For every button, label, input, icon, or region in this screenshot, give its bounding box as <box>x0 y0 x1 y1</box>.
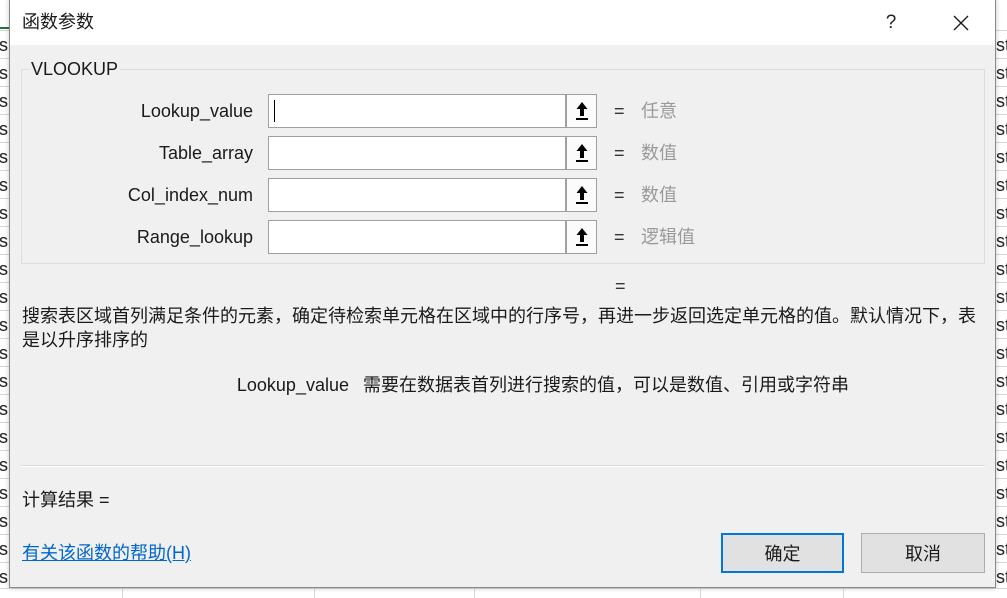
sheet-cell: st <box>995 170 1007 198</box>
cancel-button[interactable]: 取消 <box>861 533 985 573</box>
sheet-cell: st <box>995 114 1007 142</box>
calculation-result-label: 计算结果 = <box>22 490 110 510</box>
sheet-cell: st <box>995 198 1007 226</box>
lookup-value-input[interactable] <box>268 94 566 128</box>
sheet-cell: st <box>995 226 1007 254</box>
gridline <box>314 589 315 598</box>
argument-result-hint: 逻辑值 <box>641 227 695 247</box>
collapse-dialog-icon <box>575 102 588 120</box>
function-help-link[interactable]: 有关该函数的帮助(H) <box>22 541 191 565</box>
sheet-right-column: stststststststststststststststststststst <box>995 0 1007 598</box>
sheet-cell: st <box>995 142 1007 170</box>
sheet-cell: st <box>995 366 1007 394</box>
lookup-value-collapse-button[interactable] <box>566 94 597 128</box>
argument-equals-sign: = <box>614 185 625 205</box>
range-lookup-input[interactable] <box>268 220 566 254</box>
sheet-cell: st <box>995 254 1007 282</box>
sheet-cell: st <box>995 450 1007 478</box>
argument-result-hint: 数值 <box>641 143 677 163</box>
dialog-title: 函数参数 <box>22 12 94 32</box>
argument-equals-sign: = <box>614 101 625 121</box>
sheet-cell: st <box>995 394 1007 422</box>
function-description: 搜索表区域首列满足条件的元素，确定待检索单元格在区域中的行序号，再进一步返回选定… <box>22 306 976 350</box>
col-index-num-input[interactable] <box>268 178 566 212</box>
gridline <box>843 589 844 598</box>
close-icon <box>953 15 969 30</box>
sheet-cell: st <box>995 282 1007 310</box>
sheet-cell: st <box>995 86 1007 114</box>
gridline <box>700 589 701 598</box>
help-button[interactable]: ? <box>866 0 916 45</box>
sheet-cell: st <box>995 478 1007 506</box>
sheet-cell: st <box>995 58 1007 86</box>
argument-label: Table_array <box>158 143 253 163</box>
table-array-collapse-button[interactable] <box>566 136 597 170</box>
function-result-equals: = <box>615 276 626 296</box>
argument-equals-sign: = <box>614 143 625 163</box>
col-index-num-collapse-button[interactable] <box>566 178 597 212</box>
sheet-cell: st <box>995 422 1007 450</box>
gridline <box>474 589 475 598</box>
argument-row-range-lookup: Range_lookup = 逻辑值 <box>10 220 995 254</box>
sheet-cell: st <box>995 30 1007 58</box>
sheet-cell: st <box>995 562 1007 590</box>
question-mark-icon: ? <box>885 11 897 33</box>
table-array-input[interactable] <box>268 136 566 170</box>
argument-row-col-index-num: Col_index_num = 数值 <box>10 178 995 212</box>
title-bar[interactable]: 函数参数 ? <box>10 0 995 45</box>
function-name-legend: VLOOKUP <box>29 57 121 81</box>
collapse-dialog-icon <box>575 186 588 204</box>
current-argument-description: 需要在数据表首列进行搜索的值，可以是数值、引用或字符串 <box>363 375 849 395</box>
argument-label: Col_index_num <box>127 185 253 205</box>
argument-result-hint: 任意 <box>641 101 677 121</box>
close-button[interactable] <box>936 0 986 45</box>
argument-row-lookup-value: Lookup_value = 任意 <box>10 94 995 128</box>
argument-equals-sign: = <box>614 227 625 247</box>
sheet-cell: st <box>995 534 1007 562</box>
collapse-dialog-icon <box>575 144 588 162</box>
sheet-cell: st <box>995 310 1007 338</box>
sheet-cell: st <box>995 338 1007 366</box>
text-cursor <box>274 100 275 122</box>
sheet-cell: st <box>995 506 1007 534</box>
current-argument-name: Lookup_value <box>236 375 349 395</box>
ok-button[interactable]: 确定 <box>721 533 844 573</box>
collapse-dialog-icon <box>575 228 588 246</box>
sheet-bottom-row <box>0 588 1007 598</box>
argument-result-hint: 数值 <box>641 185 677 205</box>
range-lookup-collapse-button[interactable] <box>566 220 597 254</box>
function-arguments-dialog: 函数参数 ? VLOOKUP Lookup_value = 任意 Table_a… <box>9 0 996 588</box>
gridline <box>122 589 123 598</box>
argument-row-table-array: Table_array = 数值 <box>10 136 995 170</box>
argument-label: Lookup_value <box>140 101 253 121</box>
divider <box>21 465 985 467</box>
argument-label: Range_lookup <box>136 227 253 247</box>
